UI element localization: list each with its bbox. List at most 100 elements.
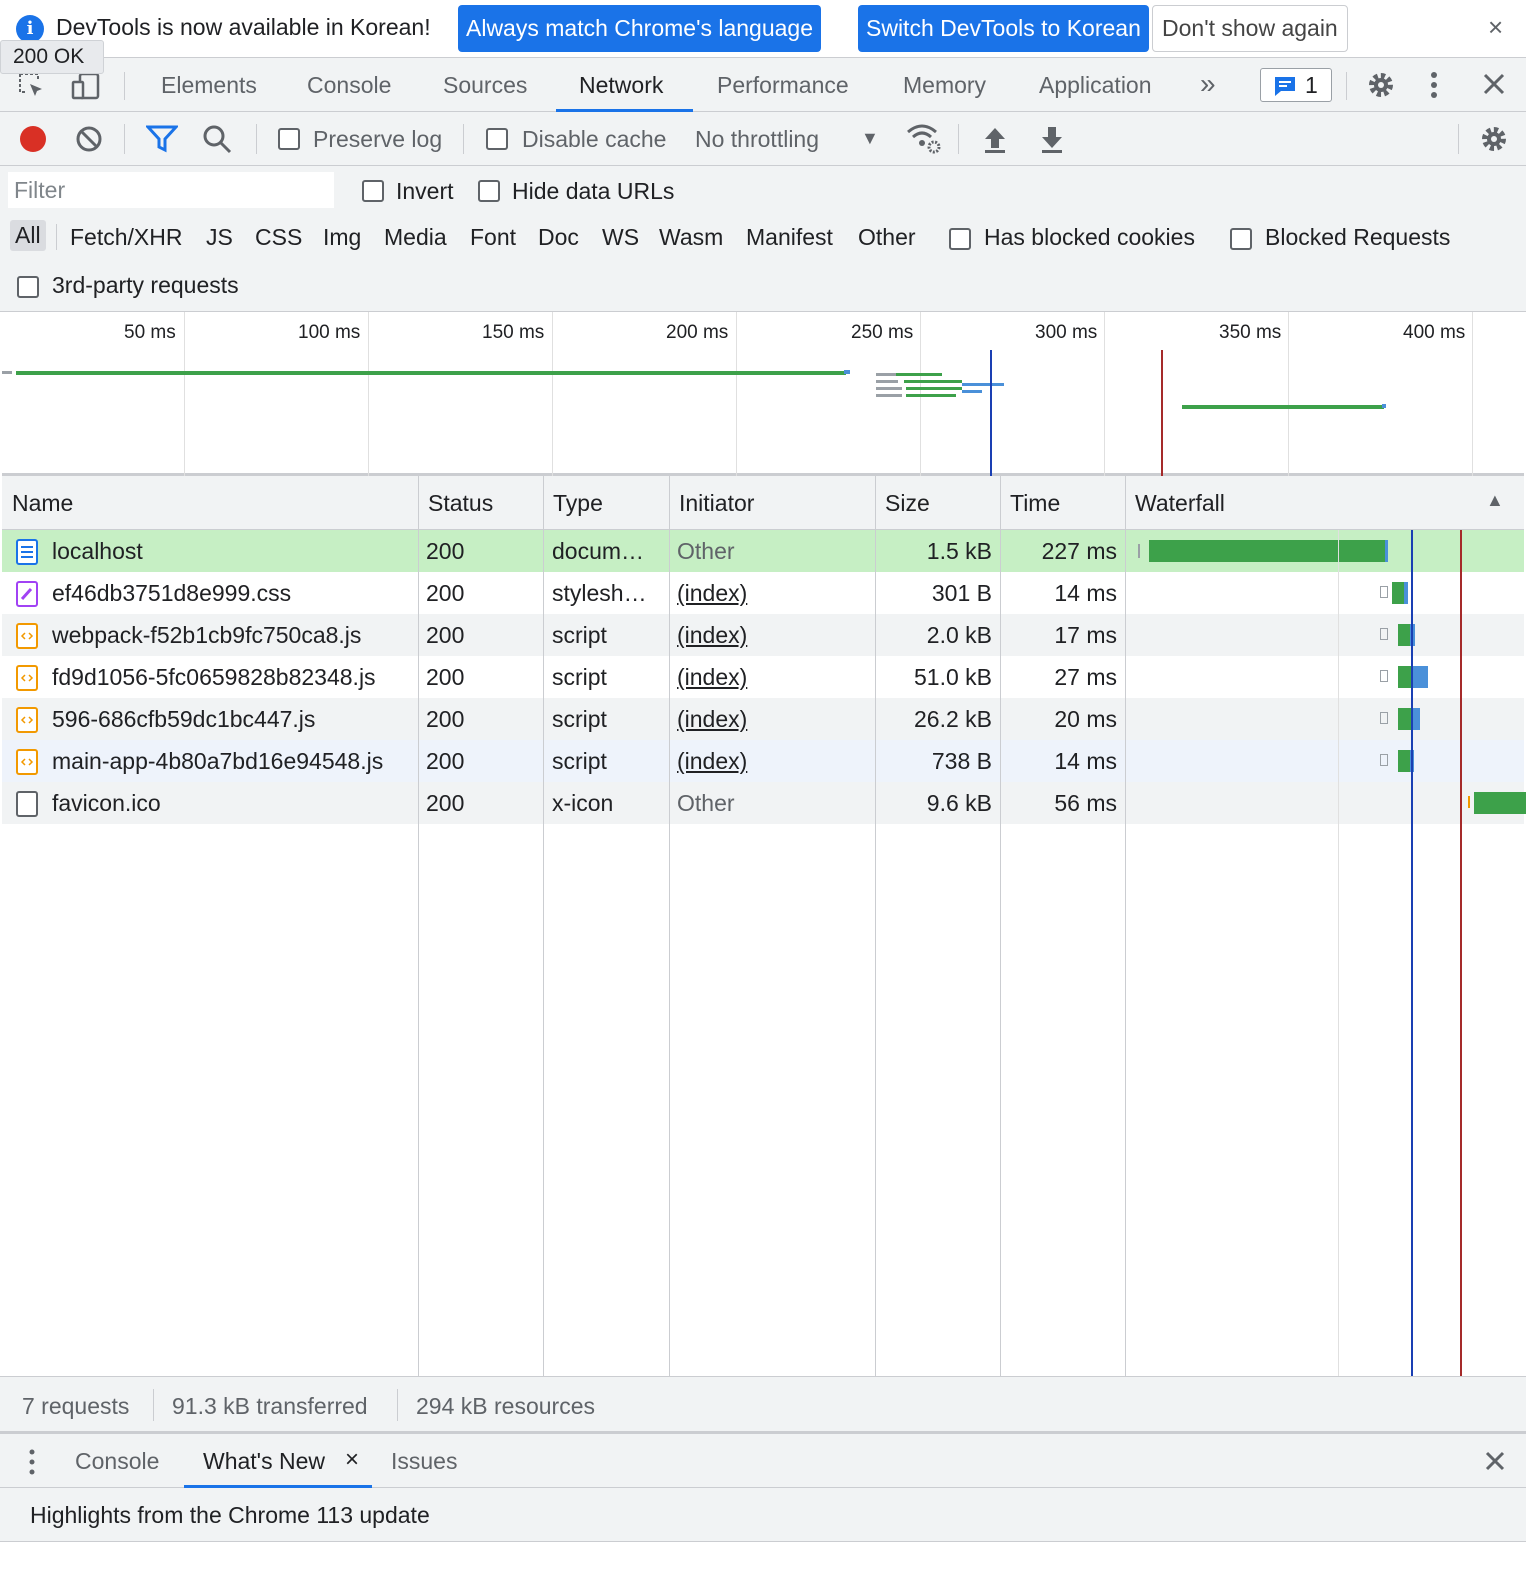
type-filter-font[interactable]: Font (470, 224, 516, 251)
tab-network[interactable]: Network (579, 72, 663, 99)
request-initiator-link[interactable]: (index) (677, 740, 867, 782)
drawer-tabbar: Console What's New × Issues (0, 1432, 1526, 1488)
request-name: ef46db3751d8e999.css (52, 580, 292, 606)
waterfall-bar (1398, 708, 1412, 730)
network-toolbar: Preserve log Disable cache No throttling… (0, 112, 1526, 166)
throttling-select[interactable]: No throttling (695, 126, 819, 153)
column-header-time[interactable]: Time (1000, 476, 1125, 530)
export-har-icon[interactable] (1039, 124, 1065, 160)
document-icon (16, 539, 38, 571)
close-tab-icon[interactable]: × (345, 1446, 359, 1474)
type-filter-manifest[interactable]: Manifest (746, 224, 833, 251)
table-row[interactable]: fd9d1056-5fc0659828b82348.js 200 script … (2, 656, 1524, 698)
filter-input[interactable]: Filter (8, 172, 334, 208)
type-filter-img[interactable]: Img (323, 224, 361, 251)
drawer-tab-console[interactable]: Console (75, 1448, 159, 1475)
column-header-size[interactable]: Size (875, 476, 1000, 530)
disable-cache-label: Disable cache (522, 126, 667, 152)
hide-data-urls-checkbox[interactable] (478, 180, 500, 202)
type-filter-js[interactable]: JS (206, 224, 233, 251)
column-header-type[interactable]: Type (543, 476, 669, 530)
waterfall-bar (1398, 750, 1410, 772)
more-tabs-icon[interactable]: » (1200, 68, 1216, 100)
type-filter-css[interactable]: CSS (255, 224, 302, 251)
sort-ascending-icon[interactable]: ▲ (1486, 490, 1504, 511)
table-row[interactable]: main-app-4b80a7bd16e94548.js 200 script … (2, 740, 1524, 782)
overview-bar (896, 373, 942, 376)
drawer-menu-icon[interactable] (28, 1448, 36, 1482)
blocked-requests-checkbox[interactable] (1230, 228, 1252, 250)
type-filter-media[interactable]: Media (384, 224, 447, 251)
network-conditions-icon[interactable] (906, 122, 942, 162)
third-party-checkbox[interactable] (17, 276, 39, 298)
overview-bar (906, 387, 962, 390)
type-filter-doc[interactable]: Doc (538, 224, 579, 251)
blocked-requests-label: Blocked Requests (1265, 224, 1451, 250)
clear-icon[interactable] (74, 124, 104, 160)
has-blocked-cookies-checkbox[interactable] (949, 228, 971, 250)
tab-application[interactable]: Application (1039, 72, 1152, 99)
column-header-initiator[interactable]: Initiator (669, 476, 875, 530)
network-settings-gear-icon[interactable] (1479, 124, 1509, 160)
table-row[interactable]: webpack-f52b1cb9fc750ca8.js 200 script (… (2, 614, 1524, 656)
overview-bar (2, 371, 12, 374)
request-type: script (552, 706, 607, 732)
chevron-down-icon[interactable]: ▼ (861, 128, 879, 149)
dont-show-again-button[interactable]: Don't show again (1152, 5, 1348, 52)
tab-sources[interactable]: Sources (443, 72, 527, 99)
device-toolbar-icon[interactable] (70, 70, 102, 108)
type-filter-fetch-xhr[interactable]: Fetch/XHR (70, 224, 182, 251)
request-status: 200 (426, 664, 465, 690)
column-header-waterfall[interactable]: Waterfall (1125, 476, 1524, 530)
type-filter-ws[interactable]: WS (602, 224, 639, 251)
close-drawer-icon[interactable] (1484, 1450, 1506, 1478)
drawer-tab-issues[interactable]: Issues (391, 1448, 457, 1475)
requests-table: Name Status Type Initiator Size Time Wat… (0, 476, 1526, 1376)
request-time: 14 ms (1054, 748, 1117, 774)
issues-badge[interactable]: 1 (1260, 68, 1332, 102)
always-match-language-button[interactable]: Always match Chrome's language (458, 5, 821, 52)
timeline-overview[interactable]: 50 ms 100 ms 150 ms 200 ms 250 ms 300 ms… (2, 312, 1524, 476)
table-row[interactable]: 596-686cfb59dc1bc447.js 200 script (inde… (2, 698, 1524, 740)
script-icon (16, 623, 38, 655)
search-icon[interactable] (202, 124, 232, 160)
drawer-tab-whats-new[interactable]: What's New (203, 1448, 325, 1475)
request-name: webpack-f52b1cb9fc750ca8.js (52, 622, 362, 648)
infobar-close-icon[interactable]: × (1488, 14, 1503, 40)
type-filter-other[interactable]: Other (858, 224, 916, 251)
table-row[interactable]: localhost 200 docum… Other 1.5 kB 227 ms (2, 530, 1524, 572)
overview-bar (962, 383, 1004, 386)
record-icon[interactable] (18, 124, 48, 160)
disable-cache-checkbox[interactable] (486, 128, 508, 150)
column-header-status[interactable]: Status (418, 476, 543, 530)
import-har-icon[interactable] (982, 124, 1008, 160)
request-initiator-link[interactable]: (index) (677, 656, 867, 698)
column-header-name[interactable]: Name (2, 476, 418, 530)
switch-to-korean-button[interactable]: Switch DevTools to Korean (858, 5, 1149, 52)
overview-bar (844, 370, 850, 374)
overview-bar (876, 380, 898, 383)
tab-elements[interactable]: Elements (161, 72, 257, 99)
type-filter-all[interactable]: All (10, 220, 46, 251)
tab-console[interactable]: Console (307, 72, 391, 99)
close-devtools-icon[interactable] (1482, 72, 1506, 102)
overview-bar (1182, 405, 1384, 409)
tick-label: 150 ms (482, 322, 545, 343)
settings-gear-icon[interactable] (1366, 70, 1396, 106)
tab-performance[interactable]: Performance (717, 72, 849, 99)
request-type: stylesh… (552, 580, 647, 606)
invert-checkbox[interactable] (362, 180, 384, 202)
request-initiator-link[interactable]: (index) (677, 572, 867, 614)
preserve-log-checkbox[interactable] (278, 128, 300, 150)
filter-icon[interactable] (144, 124, 180, 160)
table-row[interactable]: favicon.ico 200 x-icon Other 9.6 kB 56 m… (2, 782, 1526, 824)
more-options-icon[interactable] (1430, 70, 1438, 106)
tab-memory[interactable]: Memory (903, 72, 986, 99)
request-status: 200 (426, 538, 465, 564)
request-initiator-link[interactable]: (index) (677, 698, 867, 740)
type-filter-wasm[interactable]: Wasm (659, 224, 723, 251)
table-row[interactable]: ef46db3751d8e999.css 200 stylesh… (index… (2, 572, 1524, 614)
third-party-label: 3rd-party requests (52, 272, 239, 298)
inspect-element-icon[interactable] (16, 70, 48, 108)
request-initiator-link[interactable]: (index) (677, 614, 867, 656)
